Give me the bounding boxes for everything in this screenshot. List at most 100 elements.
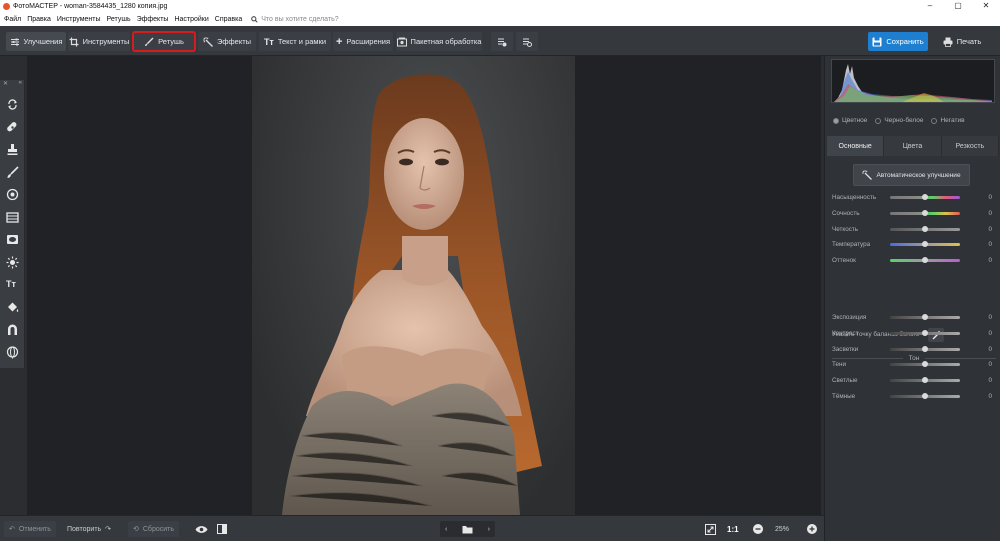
portrait-image [282, 74, 542, 515]
tab-retouch[interactable]: Ретушь [132, 31, 196, 52]
saturation-track[interactable] [890, 193, 960, 200]
menu-settings[interactable]: Настройки [174, 16, 208, 23]
slider-saturation[interactable]: Насыщенность 0 [832, 192, 996, 202]
slider-knob[interactable] [922, 360, 928, 367]
slider-blacks[interactable]: Тёмные 0 [832, 391, 996, 401]
tab-enhance[interactable]: Улучшения [6, 32, 66, 51]
redo-button[interactable]: Повторить ↷ [62, 521, 116, 537]
tab-text-frames[interactable]: Tт Текст и рамки [259, 32, 331, 51]
shadows-track[interactable] [890, 360, 960, 367]
tab-basic[interactable]: Основные [827, 136, 885, 156]
replace-background-icon[interactable] [6, 98, 19, 111]
slider-knob[interactable] [922, 345, 928, 352]
tab-sharpness[interactable]: Резкость [941, 136, 999, 156]
slider-knob[interactable] [922, 392, 928, 399]
auto-enhance-button[interactable]: Автоматическое улучшение [853, 164, 970, 186]
globe-icon[interactable] [6, 346, 19, 359]
text-tool-icon[interactable]: Tт [6, 278, 19, 291]
slider-temperature[interactable]: Температура 0 [832, 239, 996, 249]
tab-effects[interactable]: Эффекты [198, 32, 256, 51]
zoom-in-button[interactable] [802, 521, 822, 537]
whites-track[interactable] [890, 376, 960, 383]
contrast-track[interactable] [890, 329, 960, 336]
preview-eye-button[interactable] [190, 521, 213, 537]
mode-color[interactable]: Цветное [833, 117, 867, 124]
stamp-icon[interactable] [6, 143, 19, 156]
vibrance-track[interactable] [890, 209, 960, 216]
minimize-button[interactable]: – [916, 0, 944, 12]
plus-icon: + [335, 35, 343, 48]
tint-track[interactable] [890, 256, 960, 263]
slider-vibrance[interactable]: Сочность 0 [832, 208, 996, 218]
next-image-icon[interactable]: › [488, 526, 490, 533]
slider-value: 0 [988, 209, 992, 217]
tab-colors[interactable]: Цвета [884, 136, 942, 156]
menu-file[interactable]: Файл [4, 16, 21, 23]
close-button[interactable]: ✕ [972, 0, 1000, 12]
slider-knob[interactable] [922, 225, 928, 232]
slider-knob[interactable] [922, 313, 928, 320]
slider-exposure[interactable]: Экспозиция 0 [832, 312, 996, 322]
panel-tabs: Основные Цвета Резкость [827, 136, 999, 156]
expand-toolbar-icon[interactable]: « [19, 80, 22, 89]
slider-knob[interactable] [922, 376, 928, 383]
menu-help[interactable]: Справка [215, 16, 242, 23]
blacks-track[interactable] [890, 392, 960, 399]
tab-tools[interactable]: Инструменты [68, 32, 130, 51]
zoom-out-button[interactable] [748, 521, 768, 537]
highlights-track[interactable] [890, 345, 960, 352]
undo-button[interactable]: ↶ Отменить [4, 521, 56, 537]
slider-shadows[interactable]: Тени 0 [832, 359, 996, 369]
print-button[interactable]: Печать [931, 32, 993, 51]
perspective-icon[interactable] [6, 323, 19, 336]
temperature-track[interactable] [890, 240, 960, 247]
list-settings-icon [523, 38, 532, 47]
mode-negative[interactable]: Негатив [931, 117, 965, 124]
slider-clarity[interactable]: Четкость 0 [832, 224, 996, 234]
slider-whites[interactable]: Светлые 0 [832, 375, 996, 385]
light-icon[interactable] [6, 256, 19, 269]
collapse-toolbar-icon[interactable]: ✕ [3, 80, 8, 89]
slider-value: 0 [988, 193, 992, 201]
menu-effects[interactable]: Эффекты [137, 16, 169, 23]
fit-screen-button[interactable] [700, 521, 721, 537]
mode-bw[interactable]: Черно-белое [875, 117, 923, 124]
vignette-icon[interactable] [6, 233, 19, 246]
slider-tint[interactable]: Оттенок 0 [832, 255, 996, 265]
split-view-button[interactable] [212, 521, 232, 537]
tab-batch-label: Пакетная обработка [410, 37, 482, 46]
slider-knob[interactable] [922, 256, 928, 263]
menu-search[interactable]: Что вы хотите сделать? [251, 16, 339, 23]
slider-knob[interactable] [922, 209, 928, 216]
maximize-button[interactable]: ▢ [944, 0, 972, 12]
bandage-icon[interactable] [6, 121, 19, 134]
crop-icon [69, 37, 79, 46]
floppy-icon [872, 37, 882, 46]
slider-highlights[interactable]: Засветки 0 [832, 344, 996, 354]
save-button[interactable]: Сохранить [868, 32, 928, 51]
clarity-track[interactable] [890, 225, 960, 232]
brush-tool-icon[interactable] [6, 166, 19, 179]
settings-list-button[interactable] [516, 32, 538, 51]
previous-image-icon[interactable]: ‹ [445, 526, 447, 533]
slider-knob[interactable] [922, 193, 928, 200]
redo-icon: ↷ [105, 526, 112, 533]
menu-retouch[interactable]: Ретушь [107, 16, 131, 23]
photo-preview[interactable] [252, 56, 575, 515]
paint-bucket-icon[interactable] [6, 301, 19, 314]
tab-extensions[interactable]: + Расширения [333, 32, 393, 51]
gradient-filter-icon[interactable] [6, 211, 19, 224]
slider-knob[interactable] [922, 240, 928, 247]
tab-batch[interactable]: Пакетная обработка [396, 32, 482, 51]
actual-size-button[interactable]: 1:1 [722, 521, 744, 537]
menu-edit[interactable]: Правка [27, 16, 51, 23]
reset-button[interactable]: ⟲ Сбросить [128, 521, 179, 537]
folder-icon[interactable] [462, 525, 473, 534]
compare-button[interactable] [491, 32, 513, 51]
exposure-track[interactable] [890, 313, 960, 320]
slider-knob[interactable] [922, 329, 928, 336]
slider-contrast[interactable]: Контраст 0 [832, 328, 996, 338]
menu-tools[interactable]: Инструменты [57, 16, 101, 23]
radial-filter-icon[interactable] [6, 188, 19, 201]
slider-label: Насыщенность [832, 193, 877, 201]
